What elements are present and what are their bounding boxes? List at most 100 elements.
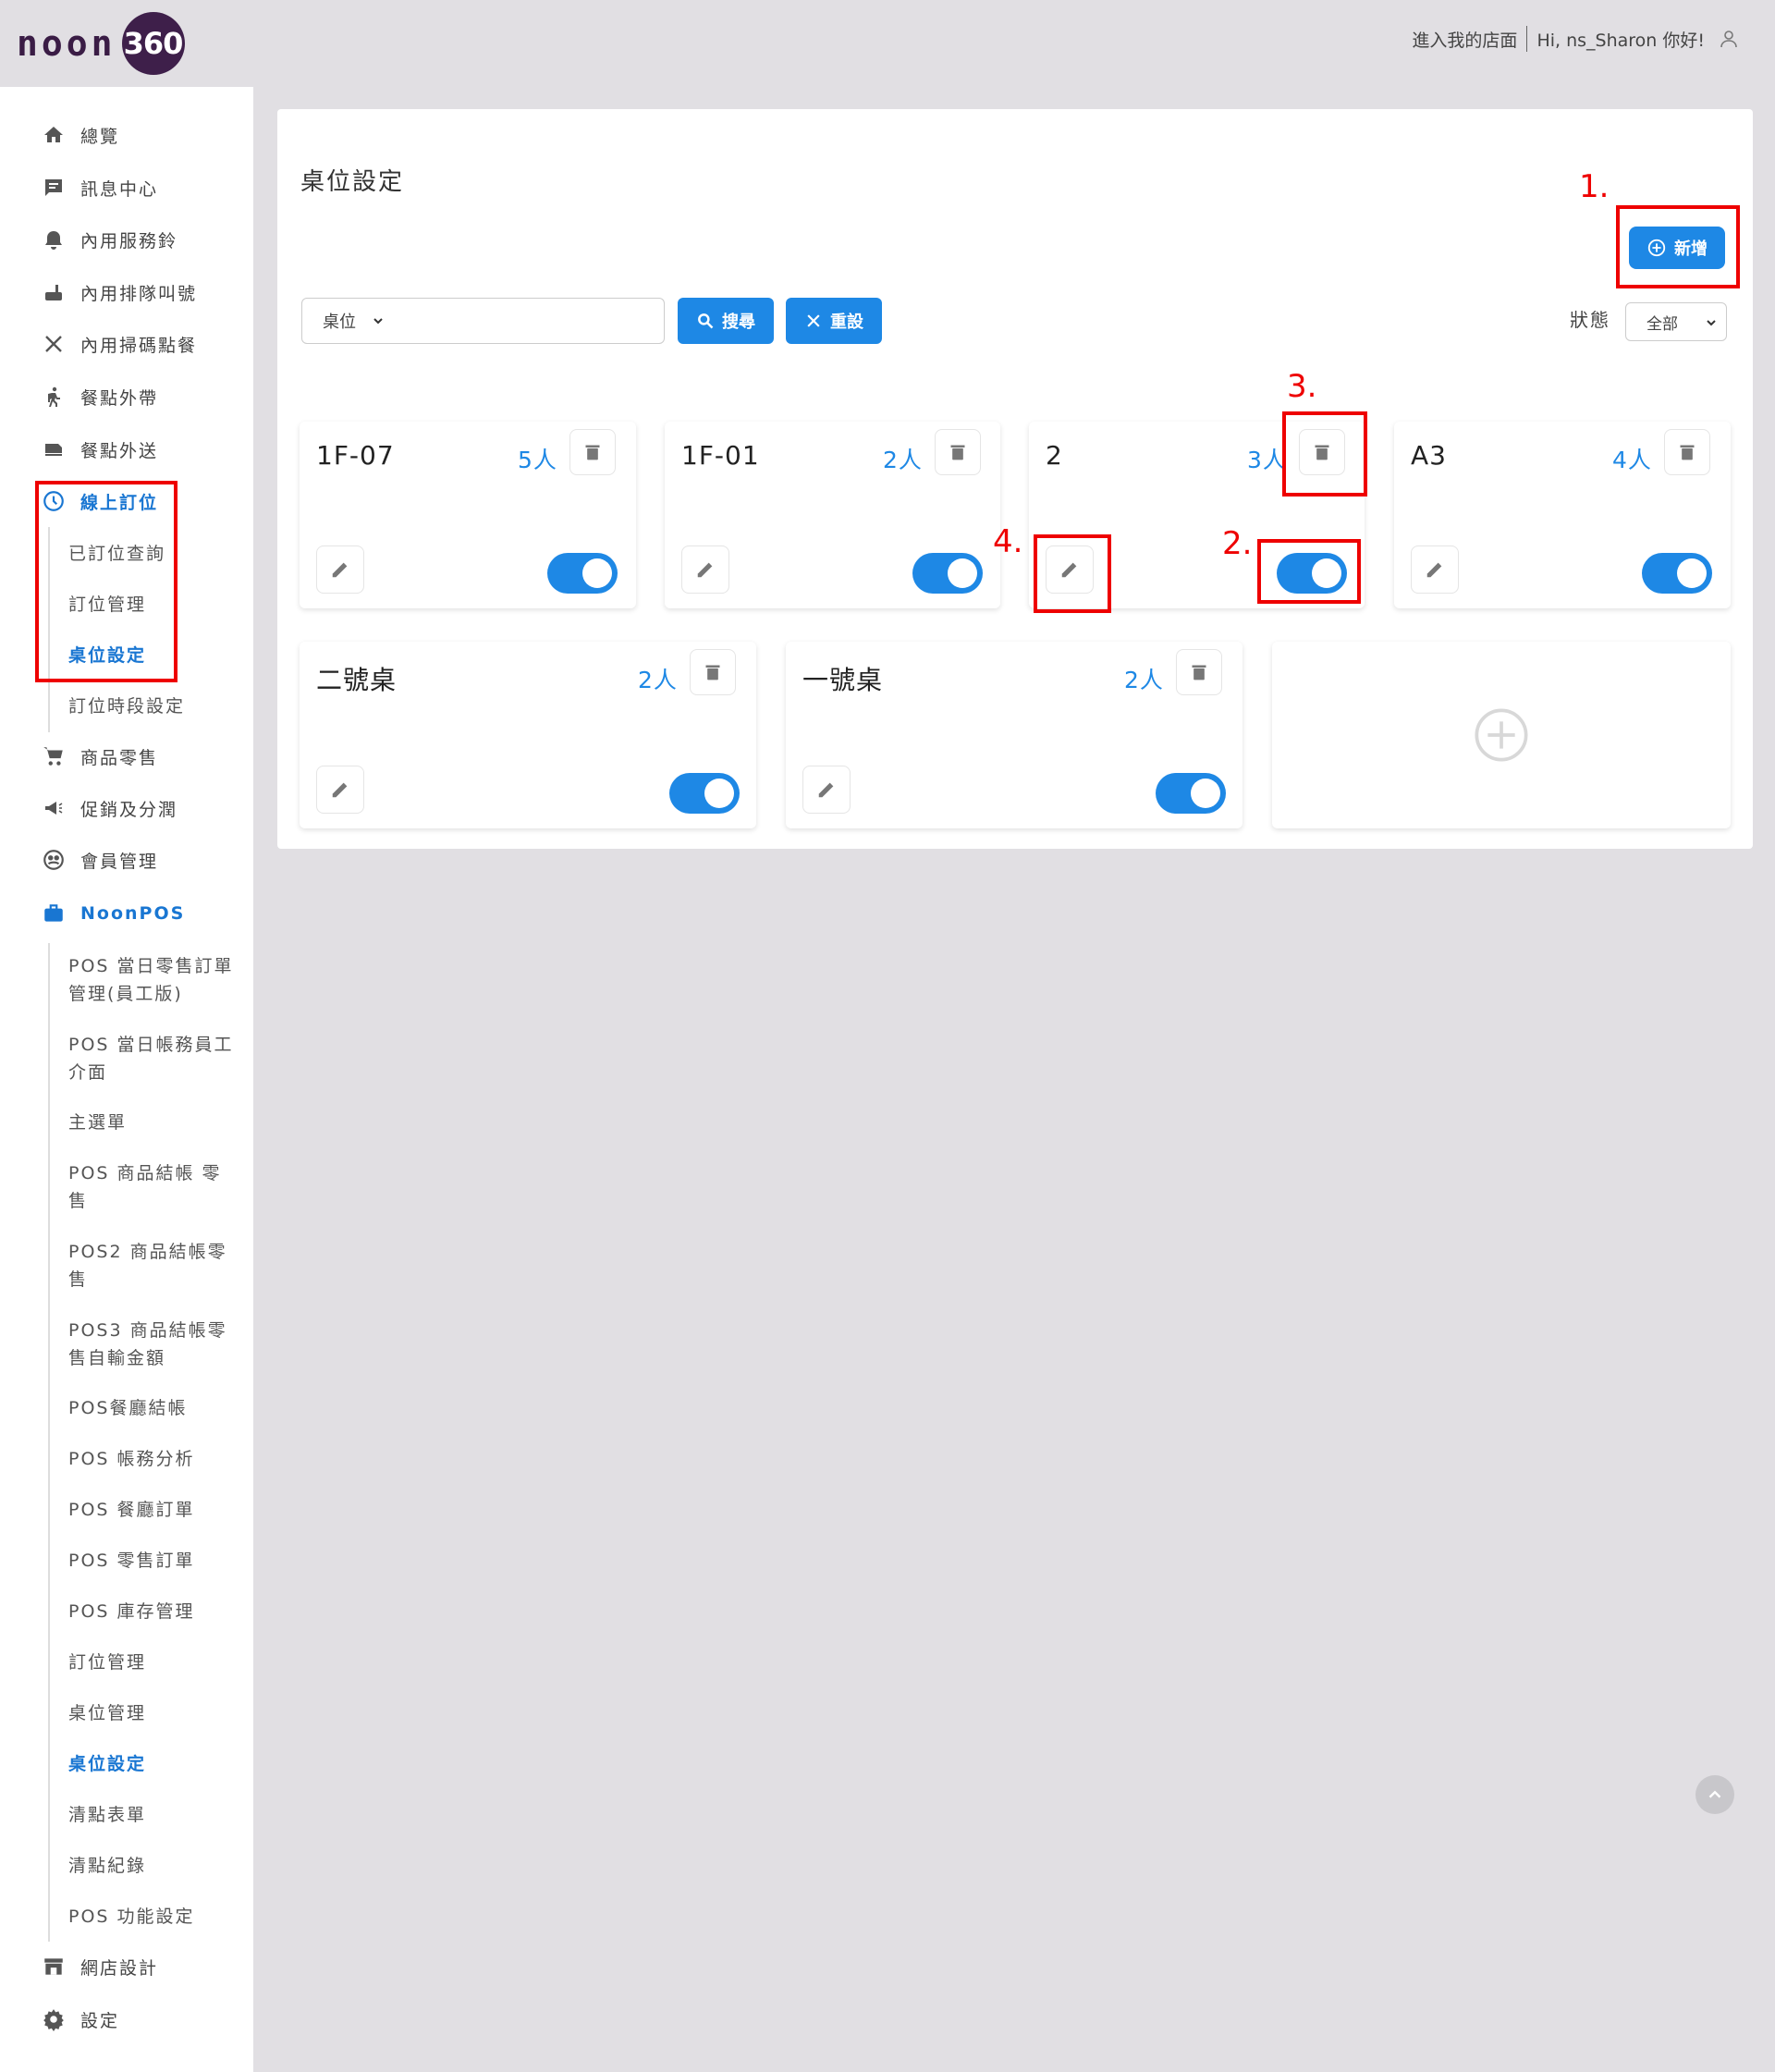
submenu-guide-line: [48, 943, 50, 1942]
pencil-icon: [697, 562, 713, 578]
sidebar-item-queue[interactable]: 內用排隊叫號: [41, 279, 197, 305]
trash-icon: [585, 445, 600, 460]
sidebar-item-label: 內用掃碼點餐: [80, 335, 198, 356]
table-name: 一號桌: [802, 665, 884, 695]
chevron-down-icon: [1707, 320, 1716, 326]
sidebar-item-label: 網店設計: [80, 1957, 159, 1979]
sidebar-item-members[interactable]: 會員管理: [41, 847, 158, 873]
sidebar-item-settings[interactable]: 設定: [41, 2006, 119, 2032]
delete-table-button[interactable]: [569, 429, 616, 475]
table-card: 1F-07 5人: [300, 422, 636, 608]
sidebar-item-label: 促銷及分潤: [80, 799, 178, 820]
sidebar-sub-main-menu[interactable]: 主選單: [68, 1109, 235, 1136]
delete-table-button[interactable]: [690, 649, 736, 695]
search-field-select[interactable]: 桌位: [301, 298, 394, 344]
logo-badge: 360: [121, 12, 185, 75]
annotation-box-add-button: [1616, 205, 1740, 288]
status-filter-select[interactable]: 全部: [1625, 302, 1727, 341]
sidebar-item-retail[interactable]: 商品零售: [41, 743, 158, 769]
sidebar-sub-pos-settings[interactable]: POS 功能設定: [68, 1903, 235, 1931]
user-icon[interactable]: [1718, 28, 1740, 50]
table-enabled-toggle[interactable]: [669, 773, 740, 814]
message-icon: [41, 175, 67, 201]
delete-table-button[interactable]: [935, 429, 981, 475]
briefcase-icon: [41, 901, 67, 926]
status-filter-value: 全部: [1646, 314, 1678, 334]
sidebar-item-overview[interactable]: 總覽: [41, 122, 119, 148]
sidebar-sub-pos-checkout-retail[interactable]: POS 商品結帳 零售: [68, 1159, 235, 1215]
sidebar-sub-pos-retail-orders-staff[interactable]: POS 當日零售訂單管理(員工版): [68, 952, 235, 1008]
table-card: A3 4人: [1394, 422, 1731, 608]
sidebar-item-store-design[interactable]: 網店設計: [41, 1954, 158, 1980]
toggle-knob: [704, 779, 734, 808]
edit-table-button[interactable]: [802, 766, 851, 814]
pencil-icon: [1426, 562, 1442, 578]
table-enabled-toggle[interactable]: [1642, 553, 1712, 594]
search-input[interactable]: [393, 298, 665, 344]
annotation-box-edit: [1034, 534, 1111, 613]
brand-logo[interactable]: noon 360: [17, 11, 185, 76]
sidebar-sub-pos-analytics[interactable]: POS 帳務分析: [68, 1445, 235, 1473]
scroll-to-top-button[interactable]: [1695, 1775, 1734, 1814]
sidebar-sub-pos-accounting-staff[interactable]: POS 當日帳務員工介面: [68, 1031, 235, 1086]
pencil-icon: [818, 782, 834, 798]
sidebar-item-label: 餐點外送: [80, 440, 159, 461]
sidebar-sub-pos-retail-orders[interactable]: POS 零售訂單: [68, 1547, 235, 1575]
annotation-label-3: 3.: [1287, 368, 1317, 405]
sidebar-sub-pos-restaurant-orders[interactable]: POS 餐廳訂單: [68, 1496, 235, 1524]
sidebar-item-scan-order[interactable]: 內用掃碼點餐: [41, 331, 197, 357]
delete-table-button[interactable]: [1664, 429, 1710, 475]
sidebar-sub-pos2-checkout-retail[interactable]: POS2 商品結帳零售: [68, 1238, 235, 1293]
edit-table-button[interactable]: [316, 546, 364, 594]
edit-table-button[interactable]: [681, 546, 729, 594]
utensils-icon: [41, 331, 67, 357]
gear-icon: [41, 2006, 67, 2032]
sidebar-sub-count-form[interactable]: 清點表單: [68, 1801, 235, 1829]
sidebar-sub-booking-timeslots[interactable]: 訂位時段設定: [68, 693, 235, 720]
sidebar-item-noonpos[interactable]: NoonPOS: [41, 901, 185, 926]
sidebar-item-delivery[interactable]: 餐點外送: [41, 436, 158, 462]
edit-table-button[interactable]: [1411, 546, 1459, 594]
store-icon: [41, 1954, 67, 1980]
sidebar-item-promotions[interactable]: 促銷及分潤: [41, 795, 178, 821]
table-card: 二號桌 2人: [300, 642, 756, 828]
sidebar-sub-table-settings-pos[interactable]: 桌位設定: [68, 1750, 235, 1778]
search-button[interactable]: 搜尋: [678, 298, 774, 344]
sidebar-item-messages[interactable]: 訊息中心: [41, 175, 158, 201]
table-enabled-toggle[interactable]: [1156, 773, 1226, 814]
annotation-box-toggle: [1257, 539, 1361, 604]
sidebar-sub-pos3-checkout-custom[interactable]: POS3 商品結帳零售自輸金額: [68, 1317, 235, 1372]
sidebar-sub-table-manage[interactable]: 桌位管理: [68, 1699, 235, 1727]
table-enabled-toggle[interactable]: [912, 553, 983, 594]
table-name: 2: [1046, 440, 1063, 471]
toggle-knob: [948, 558, 977, 588]
sidebar-sub-count-records[interactable]: 清點紀錄: [68, 1852, 235, 1880]
sidebar-item-service-bell[interactable]: 內用服務鈴: [41, 227, 178, 252]
reset-button[interactable]: 重設: [786, 298, 882, 344]
reset-button-label: 重設: [830, 313, 863, 332]
delete-table-button[interactable]: [1176, 649, 1222, 695]
annotation-label-1: 1.: [1579, 168, 1610, 205]
sidebar-item-label: 商品零售: [80, 747, 159, 768]
cart-icon: [41, 743, 67, 769]
edit-table-button[interactable]: [316, 766, 364, 814]
sidebar-item-label: 內用服務鈴: [80, 230, 178, 251]
search-field-value: 桌位: [323, 313, 356, 332]
members-icon: [41, 847, 67, 873]
table-capacity: 2人: [1124, 667, 1164, 693]
walk-icon: [41, 384, 67, 410]
sidebar-item-takeout[interactable]: 餐點外帶: [41, 384, 158, 410]
table-enabled-toggle[interactable]: [547, 553, 618, 594]
sidebar-sub-pos-inventory[interactable]: POS 庫存管理: [68, 1598, 235, 1625]
trash-icon: [950, 445, 965, 460]
add-table-card[interactable]: [1272, 642, 1731, 828]
enter-store-link[interactable]: 進入我的店面: [1412, 27, 1517, 52]
queue-icon: [41, 279, 67, 305]
megaphone-icon: [41, 795, 67, 821]
trash-icon: [705, 665, 720, 680]
header-divider: [1526, 26, 1528, 52]
search-button-label: 搜尋: [722, 313, 755, 332]
table-capacity: 4人: [1612, 447, 1652, 473]
sidebar-sub-pos-restaurant-checkout[interactable]: POS餐廳結帳: [68, 1394, 235, 1422]
sidebar-sub-booking-manage-pos[interactable]: 訂位管理: [68, 1649, 235, 1676]
